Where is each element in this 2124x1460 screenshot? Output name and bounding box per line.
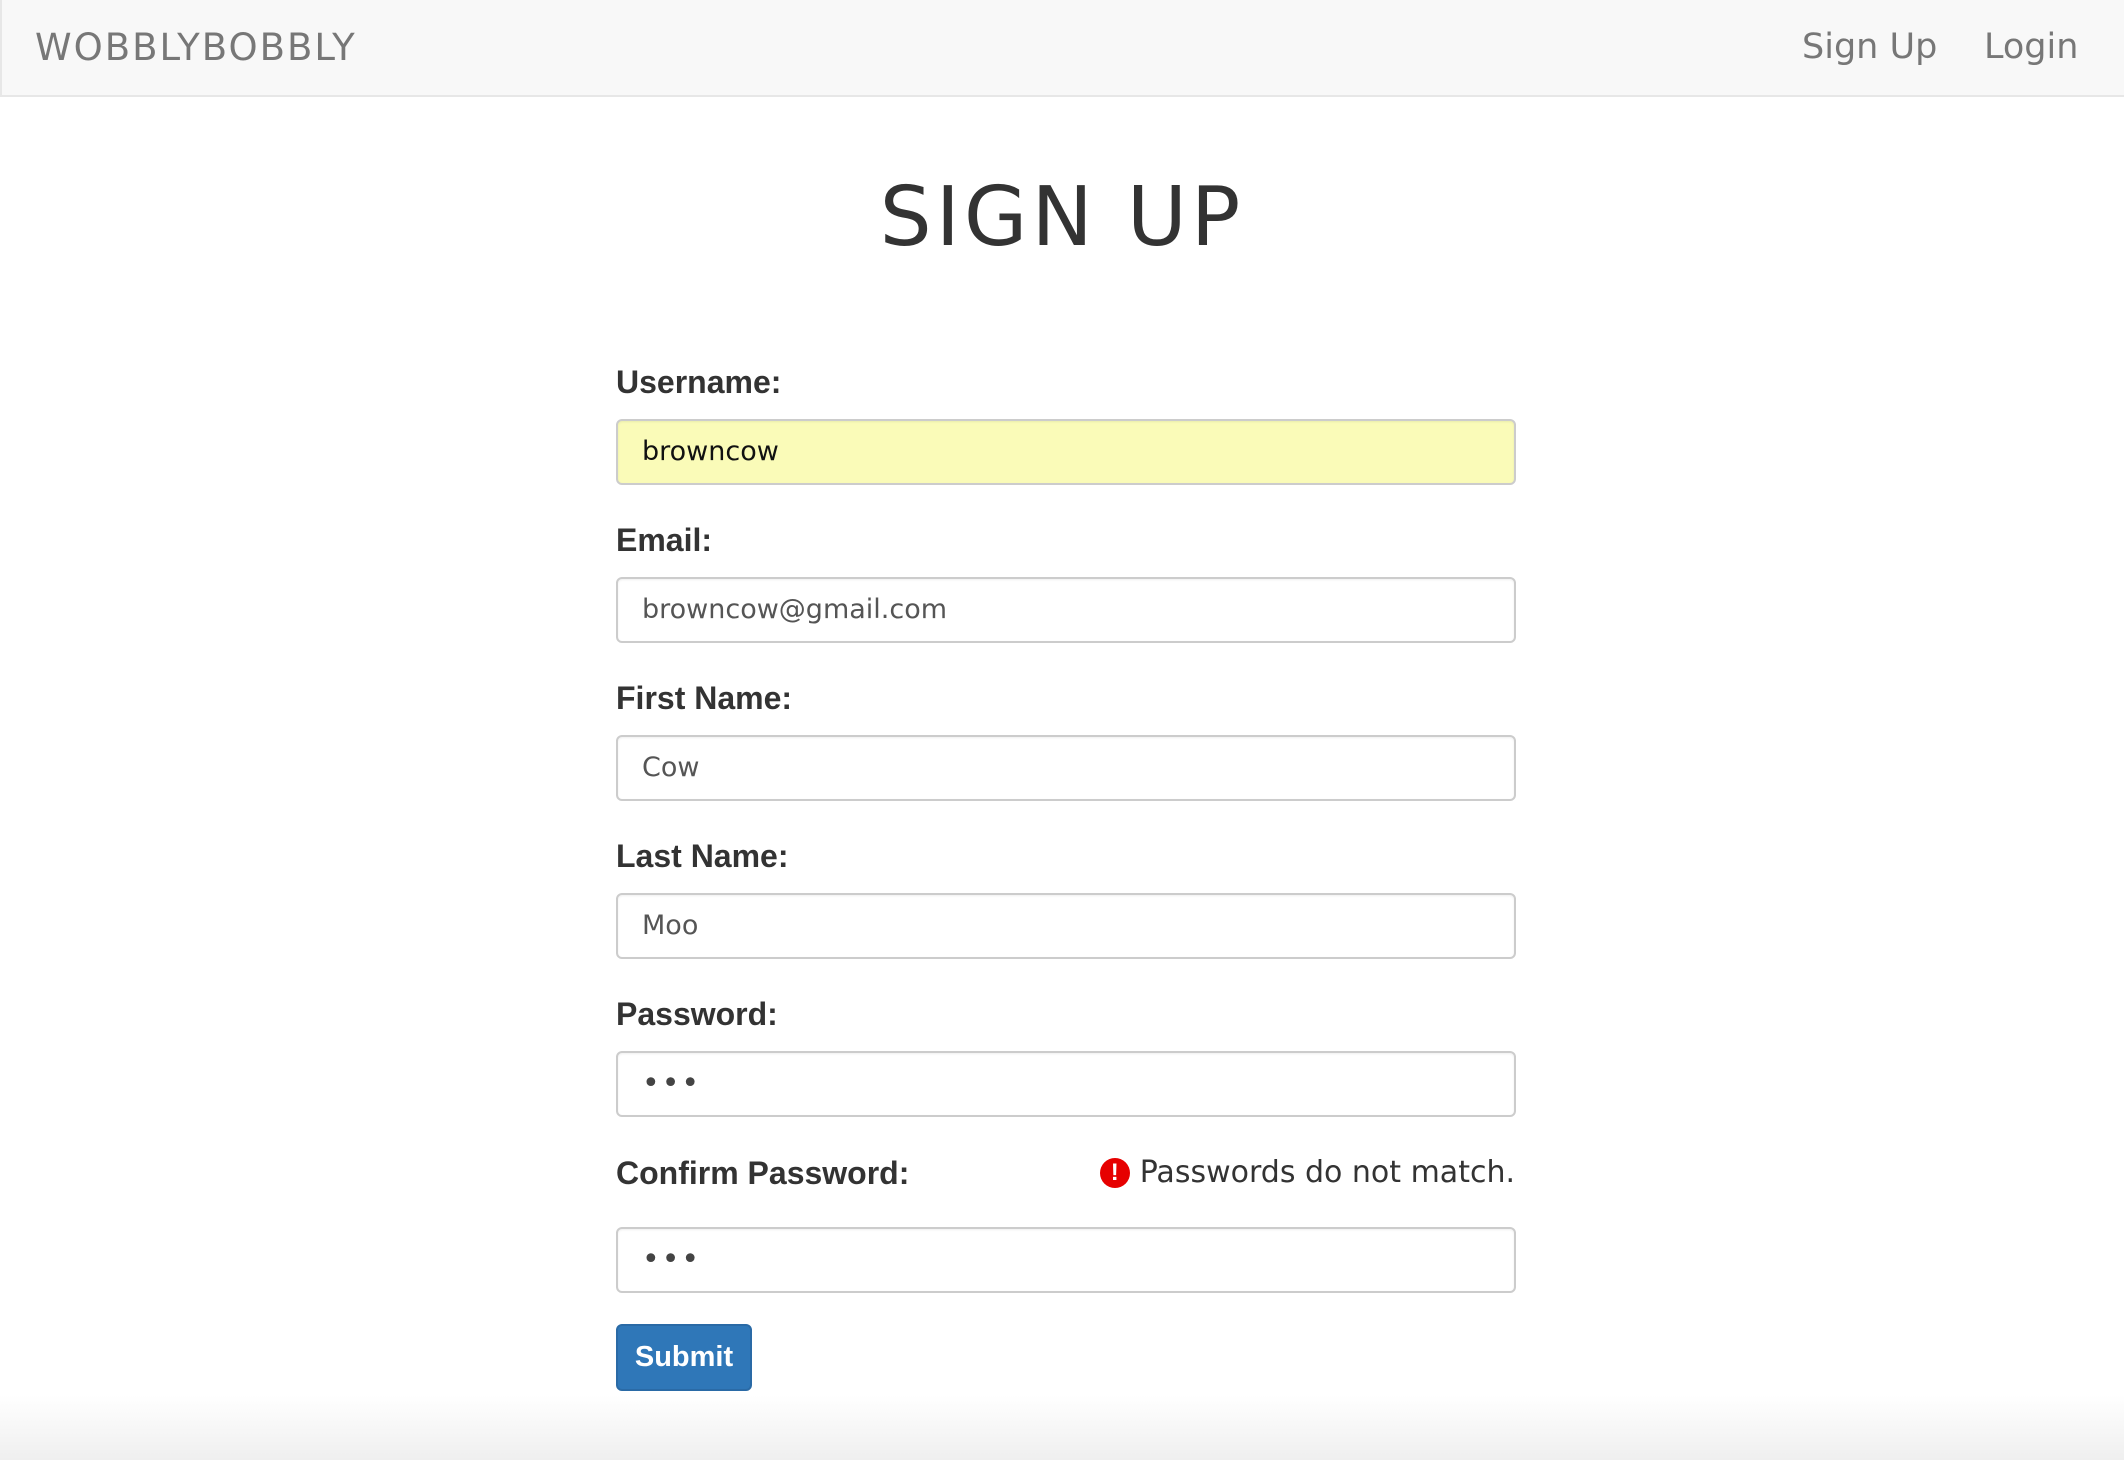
password-label: Password: bbox=[616, 996, 778, 1032]
username-input[interactable]: browncow bbox=[616, 419, 1516, 485]
nav-login-link[interactable]: Login bbox=[1984, 24, 2078, 70]
page-title: SIGN UP bbox=[879, 170, 1245, 265]
brand-link[interactable]: WOBBLYBOBBLY bbox=[35, 26, 357, 70]
navbar: WOBBLYBOBBLY Sign Up Login bbox=[0, 0, 2124, 97]
first-name-input[interactable]: Cow bbox=[616, 735, 1516, 801]
password-mismatch-error: ! Passwords do not match. bbox=[1099, 1153, 1515, 1193]
last-name-input[interactable]: Moo bbox=[616, 893, 1516, 959]
first-name-label: First Name: bbox=[616, 680, 793, 716]
confirm-password-label: Confirm Password: bbox=[616, 1155, 910, 1191]
email-input[interactable]: browncow@gmail.com bbox=[616, 577, 1516, 643]
username-label: Username: bbox=[616, 364, 782, 400]
submit-button[interactable]: Submit bbox=[616, 1324, 752, 1391]
exclamation-circle-icon: ! bbox=[1099, 1158, 1130, 1188]
confirm-password-input[interactable]: ••• bbox=[616, 1227, 1516, 1293]
nav-signup-link[interactable]: Sign Up bbox=[1802, 24, 1937, 70]
last-name-label: Last Name: bbox=[616, 838, 789, 874]
password-input[interactable]: ••• bbox=[616, 1051, 1516, 1117]
email-label: Email: bbox=[616, 522, 713, 558]
error-message: Passwords do not match. bbox=[1139, 1155, 1515, 1190]
